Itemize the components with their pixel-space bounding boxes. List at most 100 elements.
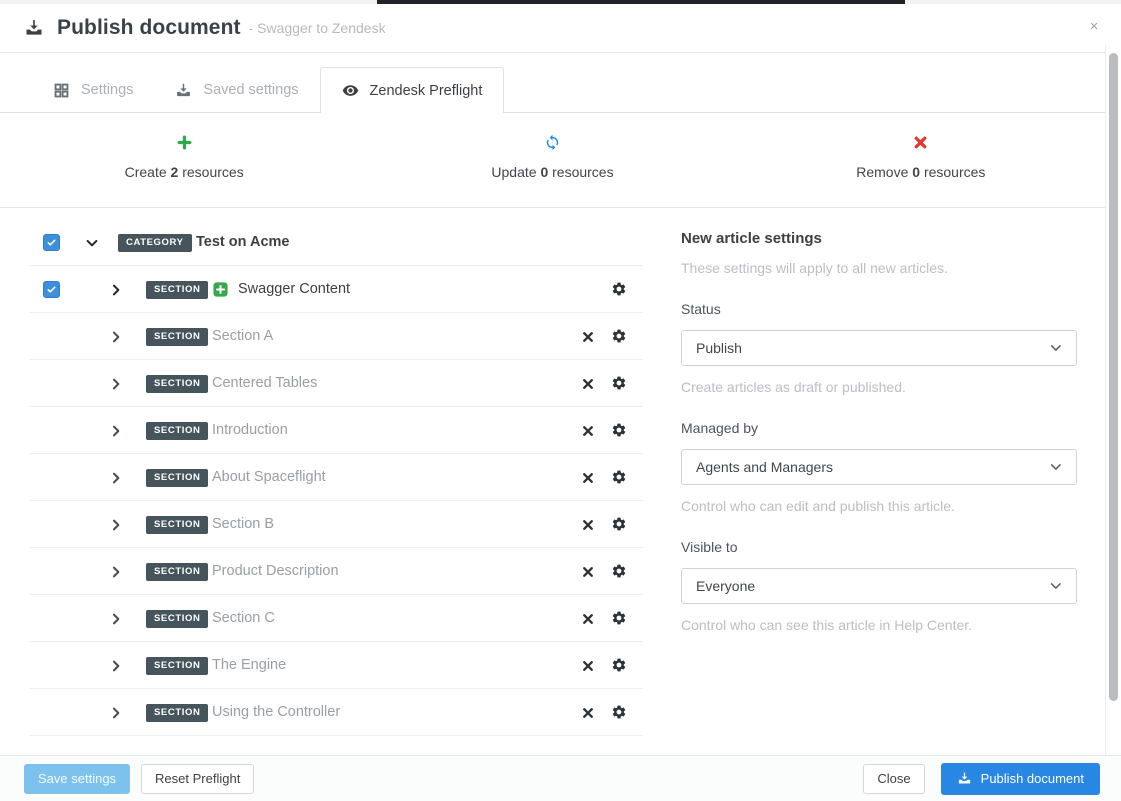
chevron-icon[interactable] — [109, 565, 123, 579]
row-label: The Engine — [212, 657, 287, 673]
gear-icon[interactable] — [611, 281, 627, 297]
remove-icon[interactable] — [581, 659, 595, 673]
publish-download-icon — [24, 18, 44, 38]
chevron-icon[interactable] — [109, 659, 123, 673]
gear-icon[interactable] — [611, 469, 627, 485]
summary-item: Update 0 resources — [368, 134, 736, 180]
summary-label: Create 2 resources — [124, 164, 244, 180]
chevron-icon[interactable] — [109, 518, 123, 532]
settings-field: Managed by Agents and Managers Control w… — [681, 420, 1077, 514]
gear-icon[interactable] — [611, 328, 627, 344]
gear-icon[interactable] — [611, 610, 627, 626]
tree-row[interactable]: SECTION The Engine — [30, 642, 643, 689]
settings-field: Status Publish Create articles as draft … — [681, 301, 1077, 395]
chevron-icon[interactable] — [109, 283, 123, 297]
chevron-down-icon — [1050, 462, 1062, 472]
row-label: Section C — [212, 610, 275, 626]
remove-icon[interactable] — [581, 565, 595, 579]
summary-divider — [0, 207, 1105, 208]
tree-row[interactable]: SECTION Section B — [30, 501, 643, 548]
chevron-icon[interactable] — [109, 471, 123, 485]
tab-saved-settings[interactable]: Saved settings — [154, 67, 319, 113]
remove-icon[interactable] — [581, 330, 595, 344]
remove-icon[interactable] — [581, 471, 595, 485]
row-checkbox[interactable] — [43, 234, 60, 251]
row-label: About Spaceflight — [212, 469, 326, 485]
remove-icon[interactable] — [581, 377, 595, 391]
publish-document-button[interactable]: Publish document — [940, 762, 1100, 795]
grid-icon — [53, 82, 70, 99]
page-subtitle: - Swagger to Zendesk — [248, 20, 386, 36]
tree-row[interactable]: CATEGORY Test on Acme — [30, 219, 643, 266]
preflight-summary: Create 2 resources Update 0 resources Re… — [0, 134, 1105, 180]
tab-zendesk-preflight[interactable]: Zendesk Preflight — [319, 67, 505, 113]
chevron-icon[interactable] — [109, 612, 123, 626]
remove-icon[interactable] — [581, 706, 595, 720]
field-select[interactable]: Publish — [681, 330, 1077, 366]
gear-icon[interactable] — [611, 704, 627, 720]
summary-item: Remove 0 resources — [737, 134, 1105, 180]
gear-icon[interactable] — [611, 516, 627, 532]
row-type-badge: CATEGORY — [118, 234, 192, 252]
row-type-badge: SECTION — [146, 281, 209, 299]
tabs: Settings Saved settings Zendesk Prefligh… — [32, 67, 505, 113]
tree-row[interactable]: SECTION Section A — [30, 313, 643, 360]
tab-settings[interactable]: Settings — [32, 67, 154, 113]
new-article-settings-panel: New article settings These settings will… — [681, 230, 1077, 633]
close-icon[interactable]: × — [1084, 17, 1104, 37]
row-type-badge: SECTION — [146, 610, 209, 628]
reset-preflight-button[interactable]: Reset Preflight — [141, 763, 255, 794]
field-select[interactable]: Agents and Managers — [681, 449, 1077, 485]
resource-tree: CATEGORY Test on Acme SECTION Swagger Co… — [30, 219, 643, 736]
row-label: Product Description — [212, 563, 339, 579]
tree-row[interactable]: SECTION Introduction — [30, 407, 643, 454]
close-button[interactable]: Close — [863, 763, 925, 794]
panel-title: New article settings — [681, 230, 822, 247]
field-select[interactable]: Everyone — [681, 568, 1077, 604]
chevron-icon[interactable] — [109, 424, 123, 438]
select-value: Everyone — [696, 578, 756, 594]
chevron-icon[interactable] — [85, 236, 99, 250]
gear-icon[interactable] — [611, 375, 627, 391]
row-type-badge: SECTION — [146, 657, 209, 675]
tab-label: Settings — [81, 82, 134, 98]
tab-label: Zendesk Preflight — [369, 82, 483, 99]
field-label: Managed by — [681, 420, 759, 436]
field-help: Control who can see this article in Help… — [681, 617, 973, 633]
gear-icon[interactable] — [611, 657, 627, 673]
check-icon — [47, 286, 56, 293]
tree-row[interactable]: SECTION About Spaceflight — [30, 454, 643, 501]
gear-icon[interactable] — [611, 422, 627, 438]
row-label: Section B — [212, 516, 275, 532]
row-type-badge: SECTION — [146, 422, 209, 440]
summary-label: Update 0 resources — [491, 164, 614, 180]
modal-header: Publish document - Swagger to Zendesk × — [0, 4, 1121, 53]
remove-icon[interactable] — [581, 518, 595, 532]
chevron-icon[interactable] — [109, 330, 123, 344]
remove-icon[interactable] — [581, 612, 595, 626]
tree-row[interactable]: SECTION Product Description — [30, 548, 643, 595]
chevron-icon[interactable] — [109, 377, 123, 391]
row-type-badge: SECTION — [146, 704, 209, 722]
field-help: Create articles as draft or published. — [681, 379, 906, 395]
remove-icon[interactable] — [581, 424, 595, 438]
save-settings-button[interactable]: Save settings — [24, 763, 131, 794]
select-value: Publish — [696, 340, 742, 356]
tree-row[interactable]: SECTION Using the Controller — [30, 689, 643, 736]
tree-row[interactable]: SECTION Centered Tables — [30, 360, 643, 407]
row-type-badge: SECTION — [146, 328, 209, 346]
summary-label: Remove 0 resources — [856, 164, 986, 180]
row-label: Centered Tables — [212, 375, 318, 391]
gear-icon[interactable] — [611, 563, 627, 579]
scrollbar-thumb[interactable] — [1109, 53, 1118, 701]
row-label: Section A — [212, 328, 274, 344]
tree-row[interactable]: SECTION Section C — [30, 595, 643, 642]
chevron-icon[interactable] — [109, 706, 123, 720]
row-checkbox[interactable] — [43, 281, 60, 298]
chevron-down-icon — [1050, 581, 1062, 591]
tree-row[interactable]: SECTION Swagger Content — [30, 266, 643, 313]
scrollbar-track[interactable] — [1105, 45, 1121, 755]
save-tray-icon — [175, 82, 192, 99]
tab-label: Saved settings — [203, 82, 299, 98]
eye-icon — [342, 82, 359, 99]
